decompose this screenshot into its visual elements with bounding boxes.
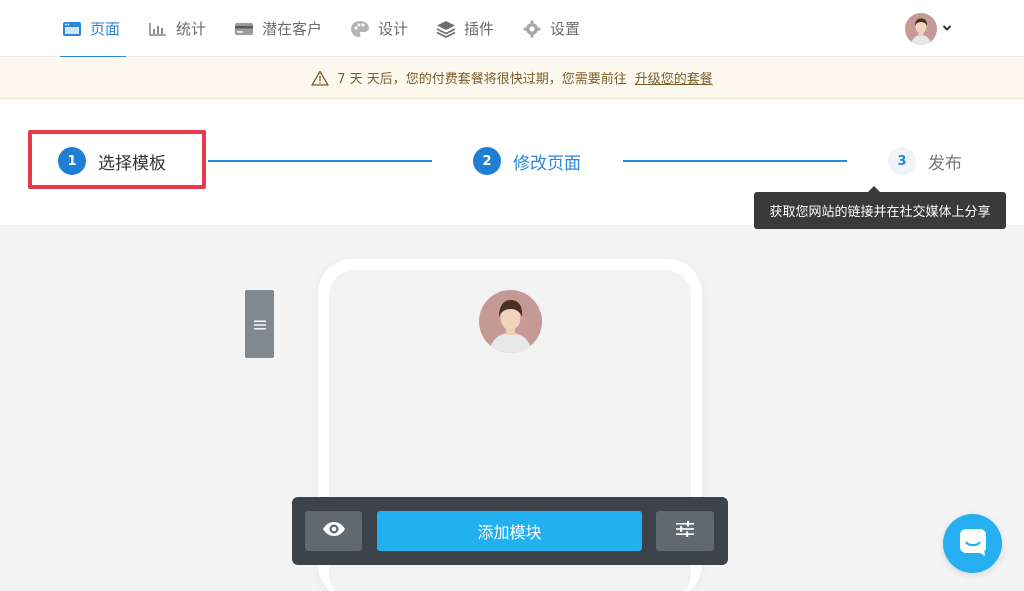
top-nav: 页面 统计 潜在客户 设计 插件 设置 xyxy=(0,0,1024,58)
nav-label: 页面 xyxy=(90,20,121,38)
nav-item-stats[interactable]: 统计 xyxy=(148,0,206,57)
warning-icon xyxy=(311,70,329,86)
editor-toolbar: 添加模块 xyxy=(292,497,728,565)
profile-avatar[interactable] xyxy=(479,290,542,353)
settings-button[interactable] xyxy=(656,511,714,551)
upgrade-plan-link[interactable]: 升级您的套餐 xyxy=(635,68,713,87)
steps-progress: 1 选择模板 2 修改页面 3 发布 获取您网站的链接并在社交媒体上分享 xyxy=(0,99,1024,229)
user-avatar[interactable] xyxy=(905,13,937,45)
layers-icon xyxy=(436,20,456,38)
nav-label: 设计 xyxy=(378,20,409,38)
step-edit-page[interactable]: 2 修改页面 xyxy=(473,147,581,175)
palette-icon xyxy=(350,20,370,38)
eye-icon xyxy=(322,521,346,541)
step-choose-template[interactable]: 1 选择模板 xyxy=(58,147,166,175)
nav-label: 潜在客户 xyxy=(262,20,323,38)
publish-tooltip: 获取您网站的链接并在社交媒体上分享 xyxy=(754,186,1006,229)
add-module-button[interactable]: 添加模块 xyxy=(377,511,642,551)
step-number: 2 xyxy=(473,147,501,175)
nav-item-leads[interactable]: 潜在客户 xyxy=(234,0,322,57)
step-number: 3 xyxy=(888,147,916,175)
step-connector xyxy=(208,160,432,162)
menu-icon xyxy=(253,315,266,334)
step-connector xyxy=(623,160,847,162)
nav-item-pages[interactable]: 页面 xyxy=(59,0,127,58)
chat-support-button[interactable] xyxy=(943,514,1002,573)
chat-icon xyxy=(958,527,988,561)
nav-label: 设置 xyxy=(550,20,581,38)
nav-item-settings[interactable]: 设置 xyxy=(522,0,580,57)
expiry-warning-banner: 7 天 天后，您的付费套餐将很快过期，您需要前往 升级您的套餐 xyxy=(0,57,1024,99)
sidebar-toggle-handle[interactable] xyxy=(245,290,274,358)
step-label: 发布 xyxy=(928,153,962,174)
bar-chart-icon xyxy=(148,20,168,38)
nav-item-plugins[interactable]: 插件 xyxy=(436,0,494,57)
nav-item-design[interactable]: 设计 xyxy=(350,0,408,57)
gear-icon xyxy=(522,20,542,38)
browser-window-icon xyxy=(62,20,82,38)
step-number: 1 xyxy=(58,147,86,175)
sliders-icon xyxy=(675,521,695,541)
banner-text: 7 天 天后，您的付费套餐将很快过期，您需要前往 xyxy=(337,72,627,87)
nav-label: 插件 xyxy=(464,20,495,38)
credit-card-icon xyxy=(234,20,254,38)
nav-label: 统计 xyxy=(176,20,207,38)
step-label: 修改页面 xyxy=(513,153,581,174)
step-publish[interactable]: 3 发布 xyxy=(888,147,962,175)
step-label: 选择模板 xyxy=(98,153,166,174)
preview-button[interactable] xyxy=(305,511,362,551)
chevron-down-icon[interactable] xyxy=(941,20,953,34)
